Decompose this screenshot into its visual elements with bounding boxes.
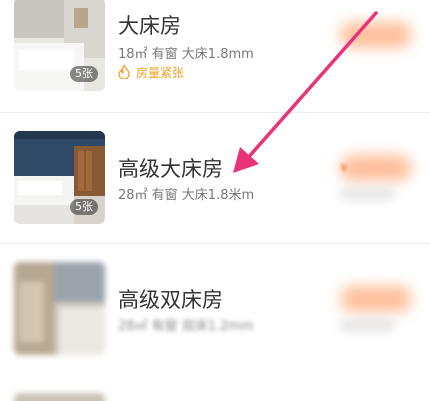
urgency-text: 房量紧张 — [136, 66, 185, 80]
room-photo[interactable] — [14, 262, 105, 355]
price-note-blurred — [340, 188, 395, 200]
photo-count-badge: 5张 — [70, 66, 98, 82]
room-photo[interactable]: 5张 — [14, 0, 105, 91]
room-details: 28㎡ 有窗 大床1.8米m — [118, 188, 255, 203]
room-card-3[interactable]: 高级双床房 28㎡ 有窗 双床1.2mm — [0, 244, 430, 384]
price-blurred — [340, 155, 412, 181]
fire-icon — [118, 65, 130, 79]
room-card-2[interactable]: 5张 高级大床房 28㎡ 有窗 大床1.8米m ¥ — [0, 113, 430, 242]
room-details: 28㎡ 有窗 双床1.2mm — [118, 319, 254, 334]
room-details: 18㎡ 有窗 大床1.8mm — [118, 47, 254, 62]
room-photo-image — [14, 262, 105, 355]
price-currency: ¥ — [340, 161, 348, 175]
room-name: 高级大床房 — [118, 157, 223, 181]
room-photo[interactable]: 5张 — [14, 131, 105, 224]
price-blurred — [340, 286, 412, 312]
price-note-blurred — [340, 319, 395, 331]
price-blurred — [340, 22, 412, 48]
room-name: 大床房 — [118, 14, 181, 38]
photo-count-badge: 5张 — [70, 199, 98, 215]
room-name: 高级双床房 — [118, 288, 223, 312]
urgency-label: 房量紧张 — [118, 64, 184, 81]
room-card-4[interactable] — [0, 385, 430, 401]
room-photo[interactable] — [14, 393, 105, 401]
room-photo-image — [14, 393, 105, 401]
room-card-1[interactable]: 5张 大床房 18㎡ 有窗 大床1.8mm 房量紧张 — [0, 0, 430, 111]
